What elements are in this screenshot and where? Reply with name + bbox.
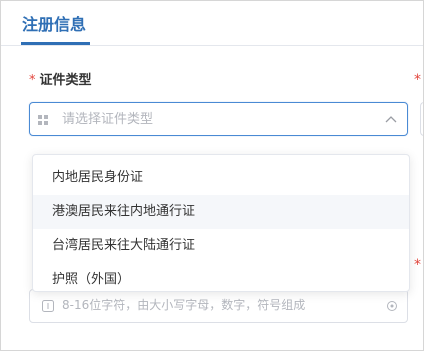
info-icon xyxy=(42,300,54,312)
dropdown-option-hk-macau-permit[interactable]: 港澳居民来往内地通行证 xyxy=(33,195,409,229)
id-type-dropdown: 内地居民身份证 港澳居民来往内地通行证 台湾居民来往大陆通行证 护照（外国） xyxy=(32,154,410,292)
id-type-label: * 证件类型 xyxy=(29,72,92,90)
tab-registration-info[interactable]: 注册信息 xyxy=(22,14,86,36)
password-placeholder: 8-16位字符，由大小写字母，数字，符号组成 xyxy=(62,298,306,312)
eye-icon[interactable] xyxy=(385,300,399,312)
id-type-placeholder: 请选择证件类型 xyxy=(62,112,154,127)
id-type-select[interactable]: 请选择证件类型 xyxy=(29,102,408,136)
tab-bar: 注册信息 xyxy=(1,1,423,46)
right-required-mark: * xyxy=(414,72,421,88)
grid-icon xyxy=(38,115,48,125)
id-type-label-text: 证件类型 xyxy=(39,73,92,88)
right-required-mark-lower: * xyxy=(414,257,421,273)
required-mark: * xyxy=(29,73,36,88)
chevron-up-icon[interactable] xyxy=(385,114,397,124)
dropdown-option-taiwan-permit[interactable]: 台湾居民来往大陆通行证 xyxy=(33,229,409,263)
active-tab-indicator xyxy=(21,42,90,45)
dropdown-option-foreign-passport[interactable]: 护照（外国） xyxy=(33,263,409,297)
registration-panel: 注册信息 * 证件类型 * 请选择证件类型 * 8-16位字符，由大小写字母，数字… xyxy=(0,0,424,351)
dropdown-option-mainland-id[interactable]: 内地居民身份证 xyxy=(33,161,409,195)
right-side-input-edge[interactable] xyxy=(420,102,423,136)
